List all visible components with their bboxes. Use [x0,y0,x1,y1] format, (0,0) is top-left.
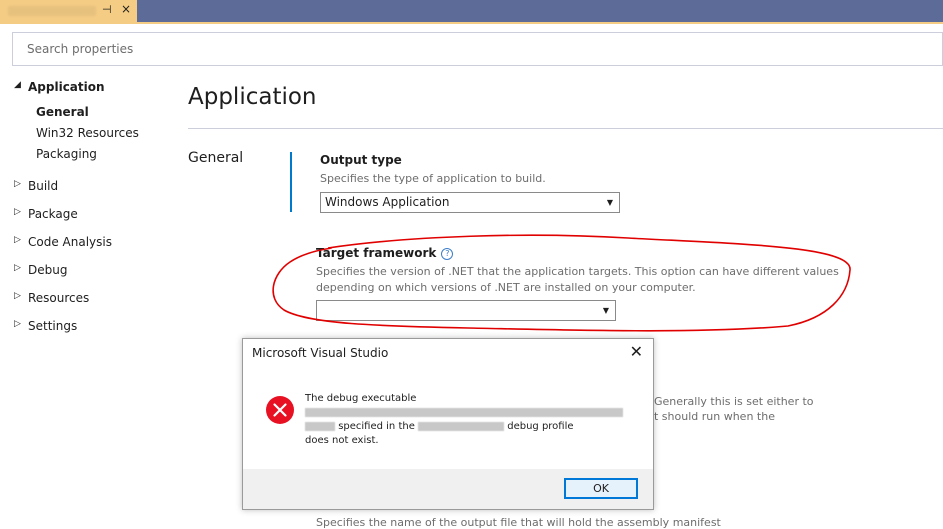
ok-button[interactable]: OK [564,478,638,499]
nav-item-label: Package [28,207,78,221]
target-framework-title: Target framework? [316,246,454,260]
target-framework-description: Specifies the version of .NET that the a… [316,264,876,296]
debug-profile-text: debug profile [507,421,574,432]
error-dialog: Microsoft Visual Studio ✕ The debug exec… [242,338,654,510]
nav-item-packaging[interactable]: Packaging [36,147,97,161]
nav-item-label: Packaging [36,147,97,161]
expand-arrow-icon[interactable]: ▷ [14,319,21,329]
nav-item-label: Resources [28,291,90,305]
output-type-dropdown[interactable]: Windows Application ▼ [320,192,620,213]
focus-accent-bar [290,152,292,212]
title-divider [188,128,943,129]
message-line4: does not exist. [305,435,379,446]
output-type-title: Output type [320,153,402,167]
document-tab[interactable]: ⊣ × [0,0,137,22]
help-icon[interactable]: ? [441,248,454,260]
collapse-arrow-icon[interactable]: ◢ [14,80,21,90]
specified-in-text: specified in the [338,421,415,432]
nav-item-label: General [36,105,89,119]
nav-item-label: Debug [28,263,68,277]
dropdown-arrow-icon[interactable]: ▼ [603,301,609,320]
target-framework-label: Target framework [316,246,437,260]
redacted-text [418,421,505,431]
page-title: Application [188,84,317,110]
behind-text-line1: Generally this is set either to [654,395,814,408]
output-type-value: Windows Application [325,195,450,209]
redacted-text [305,407,623,417]
error-icon [266,396,294,424]
nav-item-label: Application [28,80,105,94]
target-framework-dropdown[interactable]: ▼ [316,300,616,321]
expand-arrow-icon[interactable]: ▷ [14,179,21,189]
document-tab-bar [0,0,943,22]
expand-arrow-icon[interactable]: ▷ [14,291,21,301]
redacted-tab-title [8,6,96,16]
behind-text-line3: Specifies the name of the output file th… [316,516,721,529]
nav-item-win32-resources[interactable]: Win32 Resources [36,126,139,140]
expand-arrow-icon[interactable]: ▷ [14,235,21,245]
section-label: General [188,150,244,166]
close-tab-icon[interactable]: × [121,2,131,16]
pin-icon[interactable]: ⊣ [102,3,112,16]
close-icon[interactable]: ✕ [630,342,643,361]
target-framework-desc-line2: depending on which versions of .NET are … [316,281,696,294]
search-box[interactable] [12,32,943,66]
behind-text-line2: t should run when the [654,410,775,423]
search-input[interactable] [13,33,942,65]
nav-item-label: Win32 Resources [36,126,139,140]
redacted-text [305,421,335,431]
dropdown-arrow-icon[interactable]: ▼ [607,193,613,212]
target-framework-desc-line1: Specifies the version of .NET that the a… [316,265,839,278]
nav-item-label: Code Analysis [28,235,112,249]
message-redacted-path [305,406,635,420]
nav-item-label: Build [28,179,59,193]
output-type-description: Specifies the type of application to bui… [320,172,546,185]
message-line3: specified in the debug profile [305,420,635,434]
expand-arrow-icon[interactable]: ▷ [14,207,21,217]
expand-arrow-icon[interactable]: ▷ [14,263,21,273]
nav-item-label: Settings [28,319,78,333]
dialog-title: Microsoft Visual Studio [252,346,389,360]
nav-item-general[interactable]: General [36,105,89,119]
tab-underline [0,22,943,24]
dialog-message: The debug executable specified in the de… [305,392,635,448]
message-line1: The debug executable [305,393,417,404]
